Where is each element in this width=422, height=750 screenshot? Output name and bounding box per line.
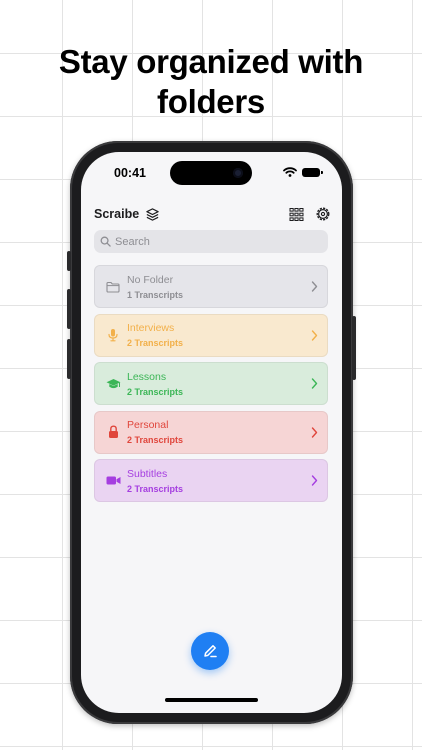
phone-frame: 00:41 Scraibe Search No Folder 1 Transcr… [67, 141, 356, 724]
folder-icon [105, 281, 121, 293]
folder-list: No Folder 1 Transcripts Interviews 2 Tra… [94, 265, 328, 508]
compose-icon [204, 645, 217, 658]
folder-row-lessons[interactable]: Lessons 2 Transcripts [94, 362, 328, 405]
app-title: Scraibe [94, 207, 140, 221]
folder-name: No Folder [127, 273, 174, 286]
headline: Stay organized with folders [0, 42, 422, 122]
chevron-right-icon [311, 475, 318, 486]
folder-name: Subtitles [127, 467, 168, 480]
home-indicator [165, 698, 258, 702]
video-camera-icon [105, 475, 121, 486]
headline-line-2: folders [157, 83, 265, 120]
layers-icon[interactable] [145, 207, 160, 222]
folder-count: 1 Transcripts [127, 289, 184, 300]
chevron-right-icon [311, 426, 318, 438]
folder-row-subtitles[interactable]: Subtitles 2 Transcripts [94, 459, 328, 502]
folder-row-personal[interactable]: Personal 2 Transcripts [94, 410, 328, 454]
grid-icon[interactable] [289, 207, 304, 222]
status-time: 00:41 [114, 166, 146, 180]
folder-count: 2 Transcripts [127, 386, 184, 397]
folder-row-no-folder[interactable]: No Folder 1 Transcripts [94, 265, 328, 308]
search-icon [100, 236, 111, 247]
volume-up-button [67, 289, 71, 329]
microphone-icon [105, 328, 121, 342]
phone-screen: 00:41 Scraibe Search No Folder 1 Transcr… [81, 152, 342, 713]
chevron-right-icon [311, 378, 318, 389]
folder-count: 2 Transcripts [127, 483, 184, 494]
headline-line-1: Stay organized with [58, 43, 364, 80]
search-input[interactable] [115, 235, 315, 248]
new-transcript-button[interactable] [191, 632, 229, 670]
dynamic-island [170, 161, 252, 185]
status-icons [283, 167, 323, 177]
folder-count: 2 Transcripts [127, 338, 184, 348]
folder-name: Lessons [127, 370, 167, 383]
camera-icon [233, 168, 243, 178]
folder-count: 2 Transcripts [127, 435, 184, 445]
power-button [352, 316, 356, 380]
folder-name: Personal [127, 419, 169, 431]
lock-icon [105, 425, 121, 439]
action-button [67, 251, 71, 271]
battery-icon [302, 167, 323, 177]
wifi-icon [283, 167, 297, 177]
app-header: Scraibe [94, 204, 331, 224]
settings-icon[interactable] [315, 206, 331, 222]
chevron-right-icon [311, 329, 318, 341]
search-bar[interactable] [94, 230, 328, 253]
volume-down-button [67, 339, 71, 379]
folder-row-interviews[interactable]: Interviews 2 Transcripts [94, 313, 328, 357]
folder-name: Interviews [127, 322, 175, 334]
graduation-cap-icon [105, 378, 121, 390]
chevron-right-icon [311, 281, 318, 292]
